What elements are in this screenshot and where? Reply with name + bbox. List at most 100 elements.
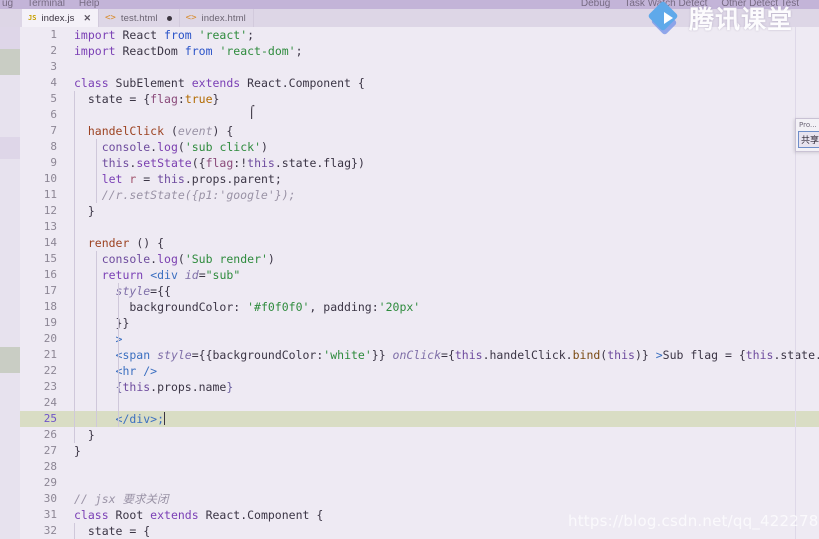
tab-index-html[interactable]: <> index.html: [179, 9, 254, 27]
code-line[interactable]: 12 }: [20, 203, 819, 219]
indent-guide: [74, 523, 75, 539]
code-line[interactable]: 16 return <div id="sub": [20, 267, 819, 283]
code-token: Component: [288, 76, 351, 90]
code-line-content[interactable]: [66, 59, 819, 75]
floating-panel-item[interactable]: 共享: [798, 131, 819, 148]
code-line[interactable]: 29: [20, 475, 819, 491]
code-line-content[interactable]: handelClick (event) {: [66, 123, 819, 139]
code-token: "sub": [205, 268, 241, 282]
code-editor[interactable]: 1 import React from 'react'; 2 import React…: [0, 27, 819, 539]
code-line-content[interactable]: </div>;: [66, 411, 819, 427]
floating-share-panel[interactable]: Pro... 共享: [795, 118, 819, 152]
code-line-content[interactable]: <hr />: [66, 363, 819, 379]
indent-guide: [74, 411, 75, 427]
code-line[interactable]: 5 state = {flag:true}: [20, 91, 819, 107]
code-line-content[interactable]: return <div id="sub": [66, 267, 819, 283]
menu-right-item-1[interactable]: Task Watch Detect: [624, 0, 707, 9]
code-line[interactable]: 8 console.log('sub click'): [20, 139, 819, 155]
indent-guide: [74, 155, 75, 171]
code-line[interactable]: 20 >: [20, 331, 819, 347]
code-line-content[interactable]: class SubElement extends React.Component…: [66, 75, 819, 91]
indent-guide: [96, 331, 97, 347]
code-line[interactable]: 17 style={{: [20, 283, 819, 299]
code-line-content[interactable]: [66, 395, 819, 411]
line-number: 13: [43, 220, 57, 233]
menu-item-help[interactable]: Help: [79, 0, 100, 9]
code-line[interactable]: 7 handelClick (event) {: [20, 123, 819, 139]
menu-bar[interactable]: ug Terminal Help Debug Task Watch Detect…: [0, 0, 819, 9]
code-line-content[interactable]: state = {flag:true}: [66, 91, 819, 107]
indent-guide: [118, 379, 119, 395]
line-number: 18: [43, 300, 57, 313]
tab-close-icon[interactable]: ✕: [83, 13, 91, 23]
code-line[interactable]: 18 backgroundColor: '#f0f0f0', padding:'…: [20, 299, 819, 315]
code-line-content[interactable]: let r = this.props.parent;: [66, 171, 819, 187]
code-line[interactable]: 22 <hr />: [20, 363, 819, 379]
code-line-content[interactable]: state = {: [66, 523, 819, 539]
code-line[interactable]: 13: [20, 219, 819, 235]
code-line[interactable]: 15 console.log('Sub render'): [20, 251, 819, 267]
code-line[interactable]: 19 }}: [20, 315, 819, 331]
tab-test-html[interactable]: <> test.html: [99, 9, 180, 27]
menu-item-debug[interactable]: ug: [2, 0, 13, 9]
code-line-content[interactable]: {this.props.name}: [66, 379, 819, 395]
code-line-content[interactable]: [66, 219, 819, 235]
code-line[interactable]: 4 class SubElement extends React.Componen…: [20, 75, 819, 91]
code-line[interactable]: 9 this.setState({flag:!this.state.flag}): [20, 155, 819, 171]
code-line-content[interactable]: }}: [66, 315, 819, 331]
menu-right-item-0[interactable]: Debug: [581, 0, 610, 9]
code-token: console: [74, 140, 151, 154]
code-line[interactable]: 21 <span style={{backgroundColor:'white'…: [20, 347, 819, 363]
menu-right-item-2[interactable]: Other Detect Test: [721, 0, 799, 9]
code-line[interactable]: 3: [20, 59, 819, 75]
code-line-content[interactable]: class Root extends React.Component {: [66, 507, 819, 523]
code-token: state = {: [74, 524, 151, 538]
code-line[interactable]: 10 let r = this.props.parent;: [20, 171, 819, 187]
indent-guide: [96, 347, 97, 363]
line-number: 23: [43, 380, 57, 393]
code-line-content[interactable]: }: [66, 443, 819, 459]
menu-item-terminal[interactable]: Terminal: [27, 0, 65, 9]
code-line[interactable]: 1 import React from 'react';: [20, 27, 819, 43]
code-token: .Component {: [240, 508, 324, 522]
code-line-content[interactable]: console.log('Sub render'): [66, 251, 819, 267]
code-line[interactable]: 14 render () {: [20, 235, 819, 251]
indent-guide: [96, 299, 97, 315]
code-lines-container[interactable]: 1 import React from 'react'; 2 import React…: [20, 27, 819, 539]
code-token: .props.parent;: [184, 172, 282, 186]
code-line[interactable]: 6: [20, 107, 819, 123]
code-line[interactable]: 2 import ReactDom from 'react-dom';: [20, 43, 819, 59]
code-line-content[interactable]: import React from 'react';: [66, 27, 819, 43]
code-line[interactable]: 28: [20, 459, 819, 475]
code-line-content[interactable]: [66, 459, 819, 475]
code-line-content[interactable]: this.setState({flag:!this.state.flag}): [66, 155, 819, 171]
code-line[interactable]: 23 {this.props.name}: [20, 379, 819, 395]
code-line[interactable]: 24: [20, 395, 819, 411]
code-line[interactable]: 26 }: [20, 427, 819, 443]
code-line-content[interactable]: console.log('sub click'): [66, 139, 819, 155]
code-token: extends: [150, 508, 199, 522]
tab-index-js[interactable]: JS index.js ✕: [22, 9, 99, 27]
code-line[interactable]: 25 </div>;: [20, 411, 819, 427]
code-line[interactable]: 30 // jsx 要求关闭: [20, 491, 819, 507]
code-line-content[interactable]: [66, 107, 819, 123]
code-line[interactable]: 27}: [20, 443, 819, 459]
indent-guide: [96, 315, 97, 331]
code-line-content[interactable]: style={{: [66, 283, 819, 299]
code-line-content[interactable]: backgroundColor: '#f0f0f0', padding:'20p…: [66, 299, 819, 315]
code-line-content[interactable]: import ReactDom from 'react-dom';: [66, 43, 819, 59]
code-line-content[interactable]: [66, 475, 819, 491]
code-line-content[interactable]: <span style={{backgroundColor:'white'}} …: [66, 347, 819, 363]
indent-guide: [74, 283, 75, 299]
code-line[interactable]: 32 state = {: [20, 523, 819, 539]
code-line-content[interactable]: render () {: [66, 235, 819, 251]
unsaved-dot-icon[interactable]: [166, 15, 172, 21]
code-line-content[interactable]: }: [66, 427, 819, 443]
code-line-content[interactable]: }: [66, 203, 819, 219]
code-line-content[interactable]: //r.setState({p1:'google'});: [66, 187, 819, 203]
code-token: =: [198, 268, 206, 282]
code-line-content[interactable]: >: [66, 331, 819, 347]
code-line[interactable]: 31 class Root extends React.Component {: [20, 507, 819, 523]
code-line-content[interactable]: // jsx 要求关闭: [66, 491, 819, 507]
code-line[interactable]: 11 //r.setState({p1:'google'});: [20, 187, 819, 203]
